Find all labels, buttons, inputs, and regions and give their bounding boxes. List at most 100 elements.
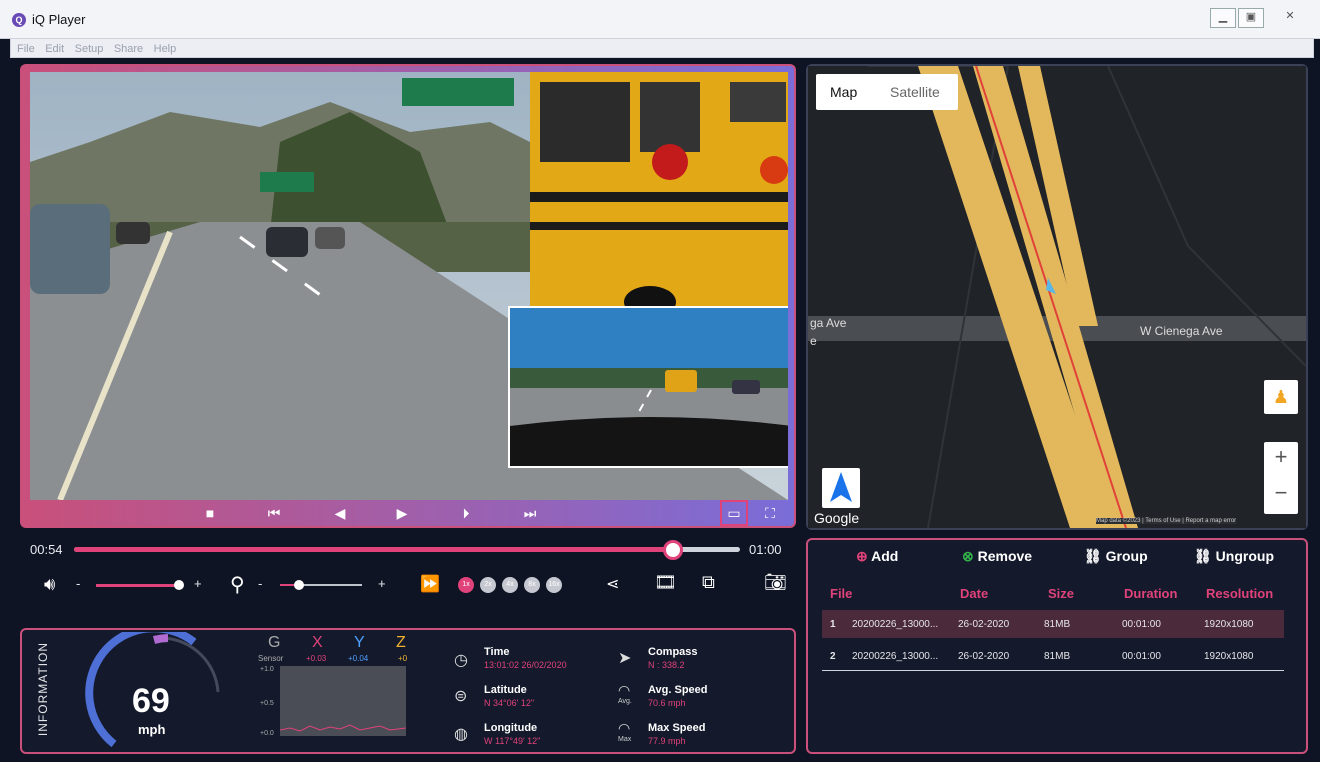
- seek-progress: [74, 547, 673, 552]
- file-list-panel: ⊕ Add ⊗ Remove ⛓ Group ⛓ Ungroup File Da…: [806, 538, 1308, 754]
- column-header-file[interactable]: File: [830, 586, 852, 601]
- remove-button[interactable]: ⊗ Remove: [962, 548, 1032, 565]
- add-button[interactable]: ⊕ Add: [856, 548, 898, 565]
- screen-switch-icon[interactable]: ⧉: [702, 572, 715, 593]
- zoom-slider-handle[interactable]: [294, 580, 304, 590]
- table-row[interactable]: 1 20200226_13000... 26-02-2020 81MB 00:0…: [822, 610, 1284, 638]
- volume-slider-handle[interactable]: [174, 580, 184, 590]
- step-back-button[interactable]: ◀: [328, 500, 352, 526]
- menu-bar: File Edit Setup Share Help: [10, 38, 1314, 58]
- menu-file[interactable]: File: [17, 40, 35, 58]
- street-label-right: W Cienega Ave: [1140, 324, 1223, 338]
- group-button[interactable]: ⛓ Group: [1084, 548, 1148, 565]
- map-zoom-in-button[interactable]: +: [1264, 444, 1298, 470]
- speed-option-1x[interactable]: 1x: [458, 577, 474, 593]
- y-axis-label: Y: [354, 634, 365, 651]
- menu-edit[interactable]: Edit: [45, 40, 64, 58]
- rear-camera-pip[interactable]: [508, 306, 788, 468]
- g-sensor-label: G: [268, 634, 281, 651]
- time-value: 13:01:02 26/02/2020: [484, 660, 567, 670]
- speed-value: 69: [132, 682, 170, 720]
- avg-speed-label: Avg. Speed: [648, 684, 708, 696]
- speed-option-2x[interactable]: 2x: [480, 577, 496, 593]
- axis-tick-top: +1.0: [260, 666, 274, 673]
- step-forward-button[interactable]: ⏵: [454, 500, 478, 526]
- column-header-resolution[interactable]: Resolution: [1206, 586, 1273, 601]
- g-sensor-graph: [279, 666, 407, 736]
- pip-toggle-button[interactable]: ▭: [720, 500, 748, 526]
- playback-controls: ■ ⏮ ◀ ▶ ⏵ ⏭ ▭ ⛶: [22, 500, 794, 526]
- row-resolution: 1920x1080: [1204, 619, 1254, 630]
- clock-icon: ◷: [454, 652, 468, 669]
- satellite-tab[interactable]: Satellite: [890, 84, 940, 100]
- menu-help[interactable]: Help: [154, 40, 177, 58]
- remove-icon: ⊗: [962, 548, 974, 564]
- max-speed-value: 77.9 mph: [648, 736, 686, 746]
- ungroup-button[interactable]: ⛓ Ungroup: [1194, 548, 1274, 565]
- video-clip-icon[interactable]: 🎞︎: [654, 572, 677, 593]
- camera-snapshot-icon[interactable]: 📷︎: [764, 572, 787, 593]
- menu-share[interactable]: Share: [114, 40, 143, 58]
- stop-button[interactable]: ■: [198, 500, 222, 526]
- information-label: INFORMATION: [36, 641, 50, 737]
- map-attribution[interactable]: Map data ©2023 | Terms of Use | Report a…: [1096, 518, 1237, 524]
- row-date: 26-02-2020: [958, 619, 1010, 630]
- seek-handle[interactable]: [663, 540, 683, 560]
- play-button[interactable]: ▶: [390, 500, 414, 526]
- group-link-icon: ⛓: [1084, 548, 1102, 564]
- speed-option-16x[interactable]: 16x: [546, 577, 562, 593]
- speed-option-4x[interactable]: 4x: [502, 577, 518, 593]
- map-panel[interactable]: Map Satellite ga Ave e W Cienega Ave ♟ +…: [806, 64, 1308, 530]
- volume-slider[interactable]: [96, 584, 176, 587]
- avg-speed-value: 70.6 mph: [648, 698, 686, 708]
- map-type-toggle: Map Satellite: [816, 74, 958, 110]
- sensor-label: Sensor: [258, 654, 284, 663]
- latitude-globe-icon: ⊜: [454, 688, 468, 705]
- navigation-arrow-icon[interactable]: [822, 468, 860, 508]
- zoom-minus[interactable]: -: [258, 576, 262, 591]
- row-size: 81MB: [1044, 651, 1071, 662]
- column-header-size[interactable]: Size: [1048, 586, 1074, 601]
- menu-setup[interactable]: Setup: [75, 40, 104, 58]
- volume-icon[interactable]: 🔊︎: [44, 574, 55, 595]
- app-window: Q iQ Player ▁ ▣ ✕ File Edit Setup Share …: [0, 0, 1320, 762]
- max-speed-label: Max Speed: [648, 722, 706, 734]
- speed-option-8x[interactable]: 8x: [524, 577, 540, 593]
- next-file-button[interactable]: ⏭: [518, 500, 542, 526]
- column-header-date[interactable]: Date: [960, 586, 988, 601]
- compass-arrow-icon: ➤: [618, 650, 632, 667]
- max-speed-gauge-icon: ◠: [618, 720, 631, 736]
- longitude-label: Longitude: [484, 722, 538, 734]
- close-button[interactable]: ✕: [1278, 8, 1302, 26]
- street-view-pegman-icon[interactable]: ♟: [1264, 380, 1298, 414]
- maximize-button[interactable]: ▣: [1238, 8, 1264, 28]
- share-icon[interactable]: ⋖: [606, 574, 619, 594]
- row-date: 26-02-2020: [958, 651, 1010, 662]
- fast-forward-icon[interactable]: ⏩: [420, 574, 440, 594]
- x-axis-value: +0.03: [306, 654, 327, 663]
- front-camera-view[interactable]: [30, 72, 788, 500]
- app-logo-icon: Q: [12, 13, 26, 27]
- map-zoom-control: + −: [1264, 442, 1298, 514]
- compass-label: Compass: [648, 646, 698, 658]
- volume-minus[interactable]: -: [76, 576, 80, 591]
- column-header-duration[interactable]: Duration: [1124, 586, 1177, 601]
- fullscreen-button[interactable]: ⛶: [758, 500, 782, 526]
- table-row[interactable]: 2 20200226_13000... 26-02-2020 81MB 00:0…: [822, 642, 1284, 671]
- google-logo: Google: [814, 510, 860, 526]
- zoom-search-icon[interactable]: ⚲: [230, 572, 245, 597]
- map-tab[interactable]: Map: [830, 84, 857, 100]
- ungroup-link-icon: ⛓: [1194, 548, 1212, 564]
- volume-plus[interactable]: +: [194, 576, 202, 591]
- map-zoom-out-button[interactable]: −: [1264, 480, 1298, 506]
- remove-label: Remove: [977, 548, 1033, 564]
- axis-tick-mid: +0.5: [260, 700, 274, 707]
- avg-speed-gauge-icon: ◠: [618, 682, 631, 698]
- row-size: 81MB: [1044, 619, 1071, 630]
- previous-file-button[interactable]: ⏮: [262, 500, 286, 526]
- zoom-plus[interactable]: +: [378, 576, 386, 591]
- add-label: Add: [871, 548, 899, 564]
- total-time: 01:00: [749, 542, 782, 557]
- current-time: 00:54: [30, 542, 63, 557]
- minimize-button[interactable]: ▁: [1210, 8, 1236, 28]
